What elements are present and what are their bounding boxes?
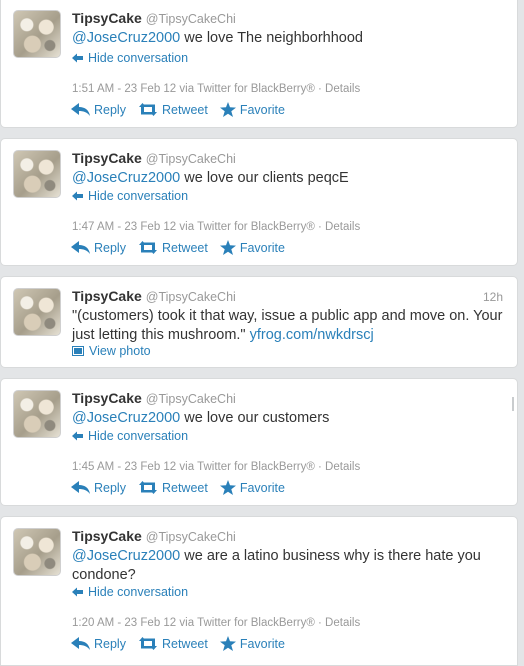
tweet-meta: 1:51 AM - 23 Feb 12 via Twitter for Blac… [72,83,361,95]
tweet[interactable]: TipsyCake @TipsyCakeChi @JoseCruz2000 we … [0,516,518,666]
user-handle[interactable]: @TipsyCakeChi [146,530,236,544]
tweet-actions: Reply Retweet Favorite [71,480,285,495]
view-photo-link[interactable]: View photo [72,344,151,358]
reply-label: Reply [94,636,126,651]
retweet-icon [138,103,157,116]
user-name[interactable]: TipsyCake [72,288,142,304]
user-handle[interactable]: @TipsyCakeChi [146,152,236,166]
user-name[interactable]: TipsyCake [72,390,142,406]
reply-arrow-icon [71,241,90,254]
photo-icon [72,346,84,356]
favorite-star-icon [219,102,236,117]
favorite-star-icon [219,240,236,255]
hide-conversation-link[interactable]: Hide conversation [72,585,188,599]
user-handle[interactable]: @TipsyCakeChi [146,392,236,406]
favorite-star-icon [219,480,236,495]
tweet-timestamp[interactable]: 12h [483,290,503,304]
back-arrow-icon [72,53,83,63]
tweet-meta: 1:47 AM - 23 Feb 12 via Twitter for Blac… [72,221,361,233]
avatar[interactable] [13,390,61,438]
avatar[interactable] [13,10,61,58]
favorite-button[interactable]: Favorite [219,240,285,255]
retweet-label: Retweet [161,480,208,495]
retweet-icon [138,481,157,494]
tweet-text: @JoseCruz2000 we love our customers [72,409,504,428]
tweet-text: @JoseCruz2000 we love our clients peqcE [72,169,504,188]
avatar[interactable] [13,528,61,576]
tweet-body: we love our customers [180,410,330,426]
tweet-header: TipsyCake @TipsyCakeChi [72,10,236,26]
tweet-body: we love our clients peqcE [180,170,349,186]
retweet-label: Retweet [161,636,208,651]
retweet-button[interactable]: Retweet [138,103,208,117]
tweet-body: we love The neighborhhood [180,30,363,46]
user-name[interactable]: TipsyCake [72,10,142,26]
tweet-text: @JoseCruz2000 we are a latino business w… [72,547,504,585]
view-photo-label: View photo [89,344,151,358]
tweet-text: "(customers) took it that way, issue a p… [72,307,504,345]
favorite-label: Favorite [239,636,285,651]
tweet-actions: Reply Retweet Favorite [71,636,285,651]
retweet-label: Retweet [161,240,208,255]
hide-conversation-label: Hide conversation [88,429,189,443]
tweet-meta: 1:20 AM - 23 Feb 12 via Twitter for Blac… [72,617,361,629]
reply-button[interactable]: Reply [71,481,126,495]
tweet[interactable]: TipsyCake @TipsyCakeChi @JoseCruz2000 we … [0,0,518,128]
reply-arrow-icon [71,637,90,650]
hide-conversation-label: Hide conversation [88,51,189,65]
user-handle[interactable]: @TipsyCakeChi [146,12,236,26]
reply-button[interactable]: Reply [71,241,126,255]
tweet-header: TipsyCake @TipsyCakeChi [72,150,236,166]
retweet-icon [138,241,157,254]
tweet[interactable]: TipsyCake @TipsyCakeChi @JoseCruz2000 we … [0,378,518,506]
reply-label: Reply [94,102,126,117]
tweet-header: TipsyCake @TipsyCakeChi [72,288,236,304]
favorite-label: Favorite [239,240,285,255]
user-handle[interactable]: @TipsyCakeChi [146,290,236,304]
hide-conversation-label: Hide conversation [88,585,189,599]
favorite-label: Favorite [239,102,285,117]
tweet-actions: Reply Retweet Favorite [71,102,285,117]
back-arrow-icon [72,191,83,201]
reply-label: Reply [94,240,126,255]
tweet-header: TipsyCake @TipsyCakeChi [72,390,236,406]
mention-link[interactable]: @JoseCruz2000 [72,30,180,46]
retweet-button[interactable]: Retweet [138,481,208,495]
mention-link[interactable]: @JoseCruz2000 [72,410,180,426]
tweet-meta: 1:45 AM - 23 Feb 12 via Twitter for Blac… [72,461,361,473]
tweet[interactable]: TipsyCake @TipsyCakeChi 12h "(customers) … [0,276,518,368]
retweet-label: Retweet [161,102,208,117]
favorite-button[interactable]: Favorite [219,102,285,117]
reply-arrow-icon [71,103,90,116]
reply-label: Reply [94,480,126,495]
scroll-indicator [512,397,514,411]
hide-conversation-link[interactable]: Hide conversation [72,189,188,203]
user-name[interactable]: TipsyCake [72,150,142,166]
mention-link[interactable]: @JoseCruz2000 [72,548,180,564]
favorite-button[interactable]: Favorite [219,636,285,651]
back-arrow-icon [72,431,83,441]
photo-link[interactable]: yfrog.com/nwkdrscj [250,327,374,343]
back-arrow-icon [72,587,83,597]
retweet-icon [138,637,157,650]
hide-conversation-link[interactable]: Hide conversation [72,429,188,443]
hide-conversation-label: Hide conversation [88,189,189,203]
mention-link[interactable]: @JoseCruz2000 [72,170,180,186]
favorite-star-icon [219,636,236,651]
retweet-button[interactable]: Retweet [138,637,208,651]
favorite-button[interactable]: Favorite [219,480,285,495]
tweet-header: TipsyCake @TipsyCakeChi [72,528,236,544]
reply-arrow-icon [71,481,90,494]
avatar[interactable] [13,150,61,198]
tweet[interactable]: TipsyCake @TipsyCakeChi @JoseCruz2000 we … [0,138,518,266]
hide-conversation-link[interactable]: Hide conversation [72,51,188,65]
tweet-text: @JoseCruz2000 we love The neighborhhood [72,29,504,48]
retweet-button[interactable]: Retweet [138,241,208,255]
reply-button[interactable]: Reply [71,103,126,117]
favorite-label: Favorite [239,480,285,495]
user-name[interactable]: TipsyCake [72,528,142,544]
tweet-actions: Reply Retweet Favorite [71,240,285,255]
avatar[interactable] [13,288,61,336]
reply-button[interactable]: Reply [71,637,126,651]
